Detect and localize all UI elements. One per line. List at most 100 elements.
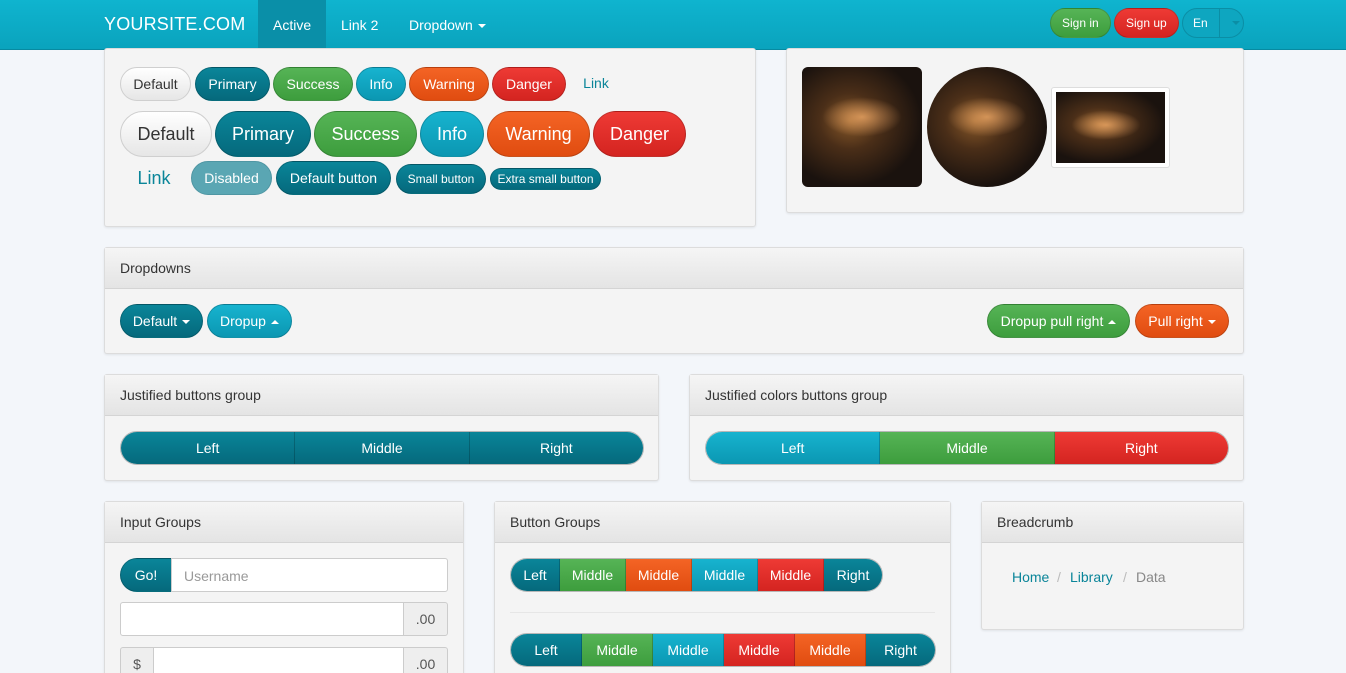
button-label: Dropup pull right [1000,313,1104,329]
rounded-image [802,67,922,187]
small-button[interactable]: Small button [396,164,486,194]
breadcrumb-item-library[interactable]: Library [1070,569,1113,585]
image-blur [947,97,1027,137]
primary-button[interactable]: Primary [195,67,270,101]
circle-image [927,67,1047,187]
caret-down-icon [182,320,191,325]
thumbnail-image-frame [1051,87,1170,168]
middle-button[interactable]: Middle [626,559,692,591]
nav-item-label: Active [273,17,312,33]
middle-button[interactable]: Middle [582,634,653,666]
caret-up-icon [270,320,279,325]
nav-item-active[interactable]: Active [258,0,326,50]
success-button-large[interactable]: Success [314,111,417,157]
extra-small-button[interactable]: Extra small button [490,168,601,190]
justified-colors-title: Justified colors buttons group [690,375,1243,416]
middle-button[interactable]: Middle [560,559,626,591]
group-divider [510,612,935,613]
middle-button[interactable]: Middle [795,634,866,666]
button-groups-title: Button Groups [495,502,950,543]
justified-buttons-title: Justified buttons group [105,375,658,416]
language-divider [1219,9,1220,37]
navbar: YOURSITE.COM Active Link 2 Dropdown Sign… [0,0,1346,50]
button-label: Dropup [220,313,266,329]
language-label: En [1193,16,1208,30]
caret-down-icon [477,24,486,29]
image-blur [1071,110,1141,140]
go-button[interactable]: Go! [120,558,172,592]
thumbnail-image [1056,92,1165,163]
breadcrumb-separator: / [1123,569,1127,585]
justified-colors-group: Left Middle Right [705,431,1229,465]
buttons-panel: Default Primary Success Info Warning Dan… [104,48,756,227]
info-button-large[interactable]: Info [420,111,484,157]
price-input[interactable] [153,647,404,673]
brand-logo[interactable]: YOURSITE.COM [104,14,245,35]
middle-button[interactable]: Middle [653,634,724,666]
amount-input[interactable] [120,602,404,636]
image-blur [822,97,902,137]
right-button[interactable]: Right [1054,432,1228,464]
cents-addon: .00 [403,647,448,673]
caret-up-icon [1108,320,1117,325]
primary-button-large[interactable]: Primary [215,111,311,157]
left-button[interactable]: Left [121,432,296,464]
breadcrumb-item-home[interactable]: Home [1012,569,1049,585]
nav-item-link-2[interactable]: Link 2 [326,0,393,50]
danger-button[interactable]: Danger [492,67,566,101]
disabled-button: Disabled [191,161,272,195]
breadcrumb-panel: Breadcrumb Home / Library / Data [981,501,1244,630]
caret-down-icon[interactable] [1232,21,1240,25]
sign-in-button[interactable]: Sign in [1050,8,1111,38]
default-button-large[interactable]: Default [120,111,212,157]
input-groups-panel: Input Groups Go! Username .00 $ .00 [104,501,464,673]
dollar-addon: $ [120,647,154,673]
images-panel [786,48,1244,213]
default-dropdown-button[interactable]: Default [120,304,203,338]
dropdowns-title: Dropdowns [105,248,1243,289]
button-groups-panel: Button Groups Left Middle Middle Middle … [494,501,951,673]
left-button[interactable]: Left [511,634,582,666]
middle-button[interactable]: Middle [880,432,1055,464]
cents-addon: .00 [403,602,448,636]
caret-down-icon [1207,320,1216,325]
danger-button-large[interactable]: Danger [593,111,686,157]
username-input[interactable]: Username [171,558,448,592]
sign-up-button[interactable]: Sign up [1114,8,1179,38]
nav-item-label: Dropdown [409,17,473,33]
middle-button[interactable]: Middle [295,432,470,464]
default-primary-button[interactable]: Default button [276,161,391,195]
breadcrumb-item-data: Data [1136,569,1166,585]
success-button[interactable]: Success [273,67,353,101]
warning-button-large[interactable]: Warning [487,111,590,157]
breadcrumb-separator: / [1057,569,1061,585]
link-button-large[interactable]: Link [125,162,183,196]
middle-button[interactable]: Middle [692,559,758,591]
nav-item-dropdown[interactable]: Dropdown [394,0,501,50]
username-placeholder: Username [184,568,249,584]
right-button[interactable]: Right [866,634,935,666]
input-groups-title: Input Groups [105,502,463,543]
info-button[interactable]: Info [356,67,406,101]
left-button[interactable]: Left [706,432,881,464]
pull-right-button[interactable]: Pull right [1135,304,1229,338]
button-group-medium: Left Middle Middle Middle Middle Right [510,558,883,592]
middle-button[interactable]: Middle [758,559,824,591]
breadcrumb-title: Breadcrumb [982,502,1243,543]
dropup-button[interactable]: Dropup [207,304,292,338]
middle-button[interactable]: Middle [724,634,795,666]
link-button[interactable]: Link [573,67,619,101]
warning-button[interactable]: Warning [409,67,489,101]
language-dropdown[interactable]: En [1182,8,1244,38]
right-button[interactable]: Right [469,432,643,464]
nav-item-label: Link 2 [341,17,379,33]
default-button[interactable]: Default [120,67,191,101]
dropup-pull-right-button[interactable]: Dropup pull right [987,304,1130,338]
button-group-justified: Left Middle Middle Middle Middle Right [510,633,936,667]
dropdowns-panel: Dropdowns Default Dropup Dropup pull rig… [104,247,1244,354]
justified-button-group: Left Middle Right [120,431,644,465]
justified-colors-panel: Justified colors buttons group Left Midd… [689,374,1244,481]
button-label: Default [132,313,178,329]
right-button[interactable]: Right [824,559,882,591]
left-button[interactable]: Left [511,559,560,591]
